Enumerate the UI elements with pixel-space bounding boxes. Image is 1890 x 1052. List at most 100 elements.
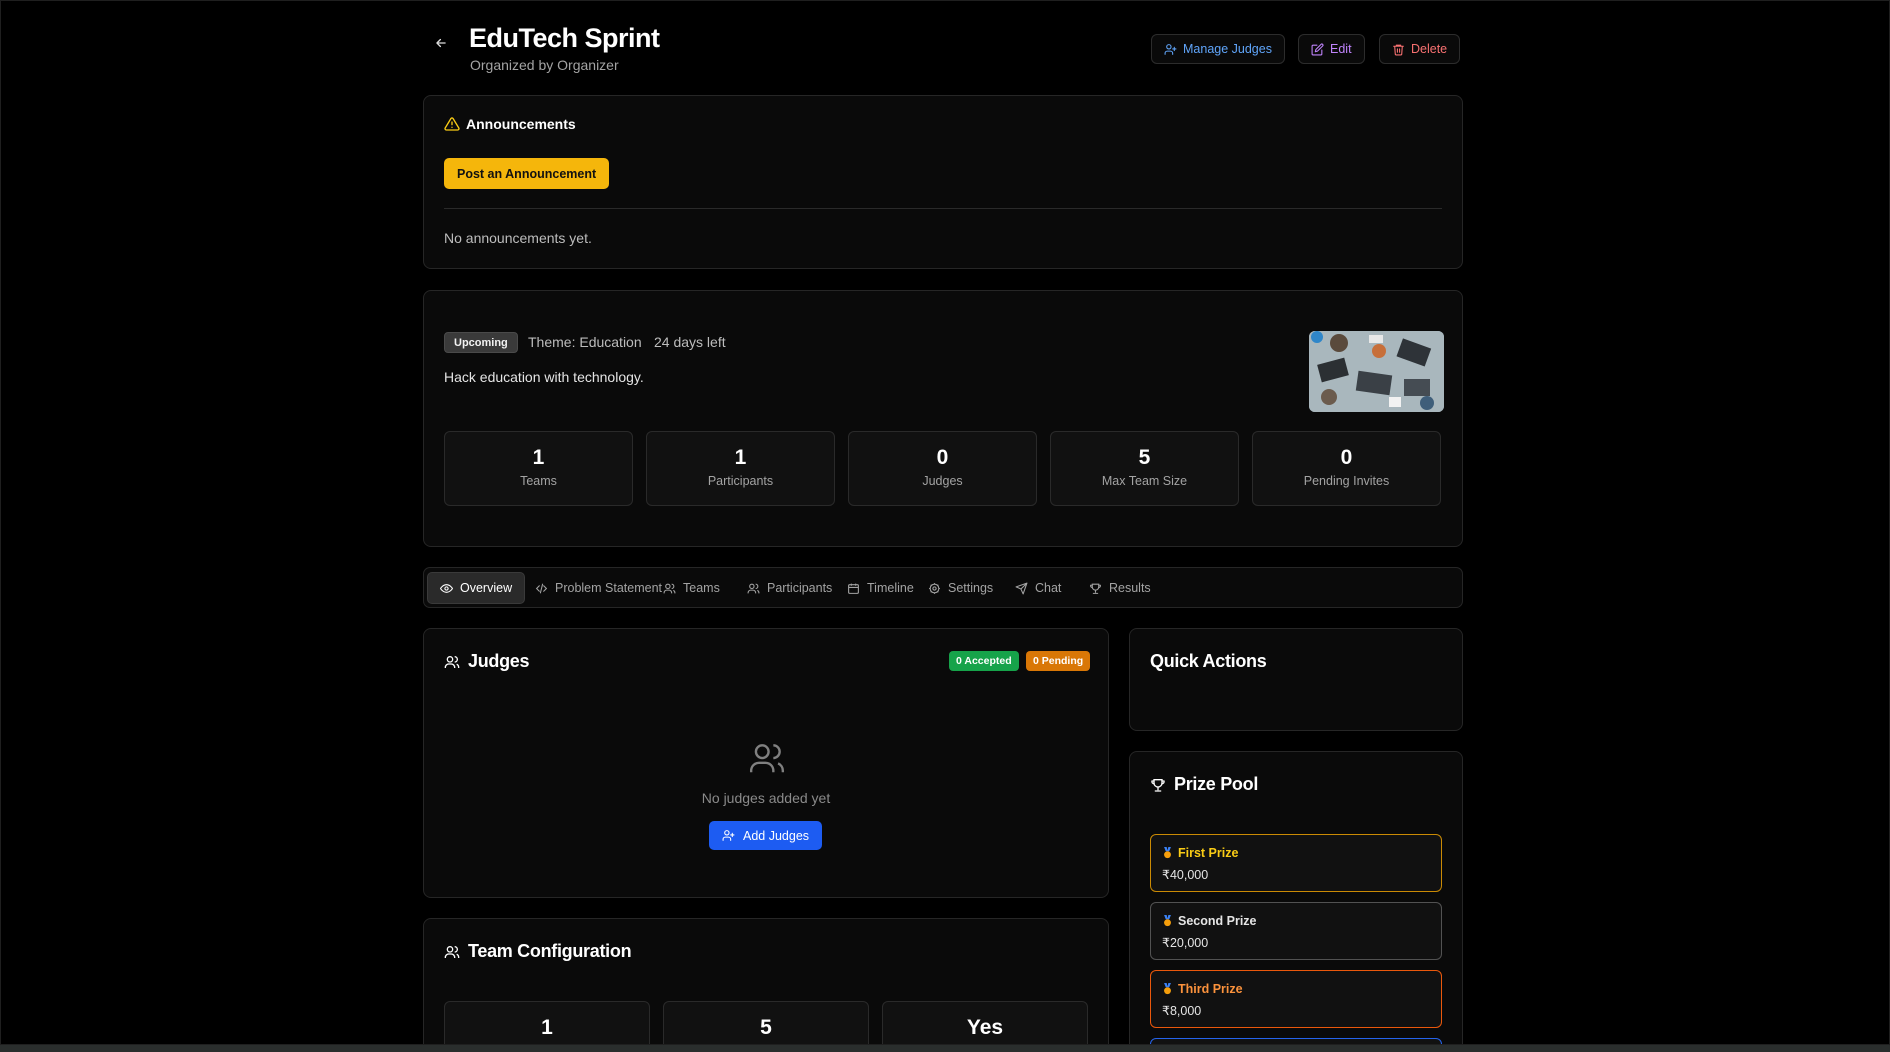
- tab-timeline[interactable]: Timeline: [835, 572, 926, 604]
- team-configuration-card: Team Configuration 1 5 Yes: [423, 918, 1109, 1044]
- prize-name: Second Prize: [1178, 914, 1257, 928]
- tab-chat[interactable]: Chat: [1003, 572, 1073, 604]
- medal-icon: [1164, 983, 1171, 995]
- stat-judges: 0 Judges: [848, 431, 1037, 506]
- app-window: EduTech Sprint Organized by Organizer Ma…: [0, 0, 1890, 1045]
- event-cover-image: [1309, 331, 1444, 412]
- user-plus-icon: [722, 830, 735, 841]
- accepted-badge: 0 Accepted: [949, 651, 1019, 671]
- divider: [444, 208, 1442, 209]
- prize-amount: ₹40,000: [1162, 868, 1209, 882]
- user-plus-icon: [1164, 43, 1177, 55]
- judges-heading: Judges: [444, 651, 530, 672]
- calendar-icon: [848, 583, 859, 594]
- tab-label: Timeline: [867, 581, 914, 595]
- stat-max-team-size: 5 Max Team Size: [1050, 431, 1239, 506]
- post-announcement-button[interactable]: Post an Announcement: [444, 158, 610, 189]
- tab-label: Settings: [948, 581, 994, 595]
- prize-extra-partial: [1150, 1038, 1442, 1044]
- event-theme: Theme: Education: [528, 334, 642, 350]
- add-judges-label: Add Judges: [743, 828, 810, 843]
- judges-empty-text: No judges added yet: [701, 790, 831, 806]
- prize-name-row: First Prize: [1162, 846, 1238, 860]
- config-value: Yes: [966, 1016, 1004, 1039]
- announcements-title: Announcements: [466, 116, 576, 132]
- trash-icon: [1393, 44, 1404, 55]
- tab-settings[interactable]: Settings: [916, 572, 1005, 604]
- announcements-card: Announcements Post an Announcement No an…: [423, 95, 1463, 269]
- config-max-team: 5: [663, 1001, 869, 1044]
- stat-value: 5: [1138, 446, 1151, 469]
- announcements-empty-text: No announcements yet.: [444, 230, 592, 246]
- gear-icon: [929, 582, 940, 594]
- prize-amount: ₹8,000: [1162, 1004, 1202, 1018]
- tab-participants[interactable]: Participants: [735, 572, 844, 604]
- edit-button[interactable]: Edit: [1298, 34, 1365, 64]
- tab-label: Teams: [683, 581, 720, 595]
- quick-actions-card: Quick Actions: [1129, 628, 1463, 731]
- prize-third: Third Prize ₹8,000: [1150, 970, 1442, 1028]
- prize-pool-card: Prize Pool First Prize ₹40,000 Second Pr…: [1129, 751, 1463, 1044]
- config-allow-solo: Yes: [882, 1001, 1088, 1044]
- users-icon: [663, 583, 676, 593]
- delete-label: Delete: [1411, 42, 1448, 56]
- tab-label: Results: [1109, 581, 1151, 595]
- stat-value: 1: [734, 446, 747, 469]
- prize-pool-title: Prize Pool: [1174, 774, 1259, 794]
- add-judges-button[interactable]: Add Judges: [709, 821, 823, 850]
- announcements-heading: Announcements: [444, 116, 576, 132]
- status-badge: Upcoming: [444, 332, 518, 353]
- prize-second: Second Prize ₹20,000: [1150, 902, 1442, 960]
- tab-teams[interactable]: Teams: [651, 572, 732, 604]
- stat-value: 0: [936, 446, 949, 469]
- stat-participants: 1 Participants: [646, 431, 835, 506]
- stat-pending-invites: 0 Pending Invites: [1252, 431, 1441, 506]
- event-description: Hack education with technology.: [444, 369, 644, 385]
- tab-label: Participants: [767, 581, 833, 595]
- judges-title: Judges: [468, 651, 530, 671]
- stat-label: Participants: [707, 474, 774, 488]
- pending-badge: 0 Pending: [1026, 651, 1091, 671]
- prize-first: First Prize ₹40,000: [1150, 834, 1442, 892]
- team-configuration-title: Team Configuration: [468, 941, 632, 961]
- trophy-icon: [1090, 583, 1101, 594]
- tab-label: Chat: [1035, 581, 1062, 595]
- config-min-team: 1: [444, 1001, 650, 1044]
- medal-icon: [1164, 915, 1171, 927]
- prize-name: Third Prize: [1178, 982, 1243, 996]
- page-title: EduTech Sprint: [469, 23, 660, 53]
- trophy-icon: [1151, 778, 1165, 792]
- stat-label: Pending Invites: [1303, 474, 1390, 488]
- tab-bar: Overview Problem Statement Teams Partici…: [423, 567, 1463, 608]
- tab-label: Problem Statement: [555, 581, 662, 595]
- manage-judges-button[interactable]: Manage Judges: [1151, 34, 1285, 64]
- prize-name: First Prize: [1178, 846, 1239, 860]
- tab-overview[interactable]: Overview: [427, 572, 526, 604]
- prize-amount: ₹20,000: [1162, 936, 1209, 950]
- stat-label: Judges: [922, 474, 963, 488]
- back-arrow-icon[interactable]: [431, 33, 451, 53]
- team-configuration-heading: Team Configuration: [444, 941, 632, 962]
- days-left: 24 days left: [654, 334, 726, 350]
- users-icon: [444, 945, 460, 958]
- tab-results[interactable]: Results: [1077, 572, 1163, 604]
- stat-label: Teams: [520, 474, 557, 488]
- prize-name-row: Second Prize: [1162, 914, 1257, 928]
- edit-icon: [1311, 42, 1324, 55]
- send-icon: [1015, 582, 1028, 594]
- stat-value: 0: [1340, 446, 1353, 469]
- stat-label: Max Team Size: [1101, 474, 1188, 488]
- manage-judges-label: Manage Judges: [1183, 42, 1272, 56]
- prize-pool-heading: Prize Pool: [1150, 774, 1258, 795]
- eye-icon: [440, 583, 453, 593]
- users-icon: [747, 583, 760, 593]
- warning-triangle-icon: [444, 117, 460, 131]
- code-icon: [535, 583, 548, 593]
- event-info-card: Upcoming Theme: Education 24 days left H…: [423, 290, 1463, 547]
- users-empty-icon: [748, 739, 786, 777]
- quick-actions-title: Quick Actions: [1150, 651, 1267, 671]
- delete-button[interactable]: Delete: [1379, 34, 1461, 64]
- judges-card: Judges 0 Accepted 0 Pending No judges ad…: [423, 628, 1109, 898]
- medal-icon: [1164, 847, 1171, 859]
- window-bottom-edge: [0, 1045, 1890, 1052]
